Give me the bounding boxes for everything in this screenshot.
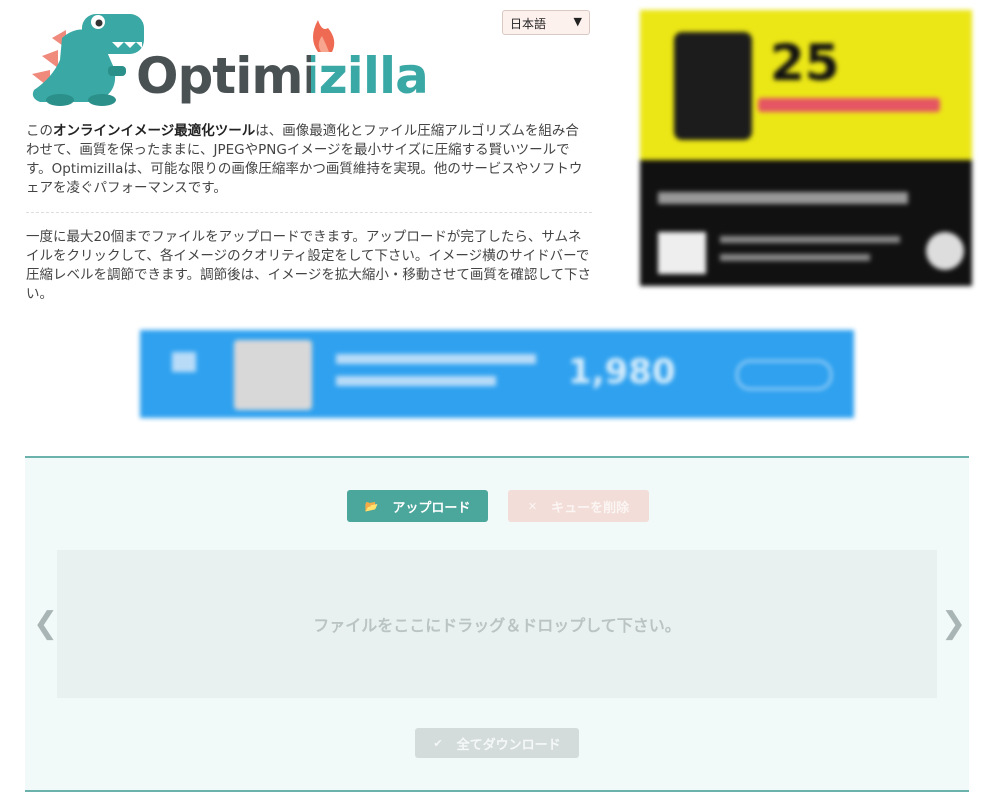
- clear-queue-button-label: キューを削除: [551, 500, 630, 516]
- language-select[interactable]: 日本語 ▼: [502, 10, 590, 35]
- upload-button[interactable]: 📂 アップロード: [347, 490, 488, 522]
- check-icon: ✔: [433, 736, 443, 750]
- download-all-button-label: 全てダウンロード: [456, 737, 561, 753]
- ad-side-arrow-button: [926, 232, 964, 270]
- ad-side-caption: [658, 192, 908, 204]
- optimizilla-logo[interactable]: Optimizilla: [22, 8, 442, 108]
- banner-advertisement[interactable]: 1,980: [140, 330, 854, 418]
- language-select-value: 日本語: [510, 17, 547, 31]
- ad-banner-product-image: [234, 340, 312, 410]
- ad-banner-logo: [172, 352, 196, 372]
- intro-text-bold: オンラインイメージ最適化ツール: [53, 123, 256, 139]
- ad-side-red-bar: [758, 98, 940, 112]
- clear-queue-button[interactable]: ✕ キューを削除: [508, 490, 649, 522]
- chevron-down-icon: ▼: [573, 15, 582, 28]
- intro-text-start: この: [26, 123, 53, 139]
- ad-side-product-image: [674, 32, 752, 140]
- file-drop-zone[interactable]: ファイルをここにドラッグ＆ドロップして下さい。: [57, 550, 937, 698]
- logo-text: Optimizilla: [136, 47, 429, 105]
- upload-button-label: アップロード: [392, 500, 471, 516]
- ad-side-thumbnail: [658, 232, 706, 274]
- ad-side-text-line: [720, 236, 900, 243]
- section-divider: [26, 212, 592, 213]
- chevron-left-icon[interactable]: ❮: [33, 606, 58, 641]
- usage-info-paragraph: 一度に最大20個までファイルをアップロードできます。アップロードが完了したら、サ…: [26, 229, 591, 302]
- logo-wordmark: Optimizilla: [136, 46, 429, 106]
- ad-banner-price: 1,980: [568, 352, 676, 392]
- ad-side-headline: 25: [770, 34, 840, 92]
- ad-side-text-line: [720, 254, 870, 261]
- folder-open-icon: 📂: [364, 499, 379, 513]
- ad-banner-cta-button: [736, 360, 832, 390]
- download-all-button[interactable]: ✔ 全てダウンロード: [415, 728, 579, 758]
- ad-banner-text-line: [336, 376, 496, 386]
- drop-zone-text: ファイルをここにドラッグ＆ドロップして下さい。: [313, 616, 681, 635]
- ad-banner-text-line: [336, 354, 536, 364]
- compression-tool-panel: 📂 アップロード ✕ キューを削除 ❮ ファイルをここにドラッグ＆ドロップして下…: [25, 456, 969, 792]
- close-icon: ✕: [527, 499, 538, 513]
- intro-paragraph: このオンラインイメージ最適化ツールは、画像最適化とファイル圧縮アルゴリズムを組み…: [26, 122, 592, 198]
- chevron-right-icon[interactable]: ❯: [941, 606, 966, 641]
- side-advertisement[interactable]: 25: [640, 10, 972, 286]
